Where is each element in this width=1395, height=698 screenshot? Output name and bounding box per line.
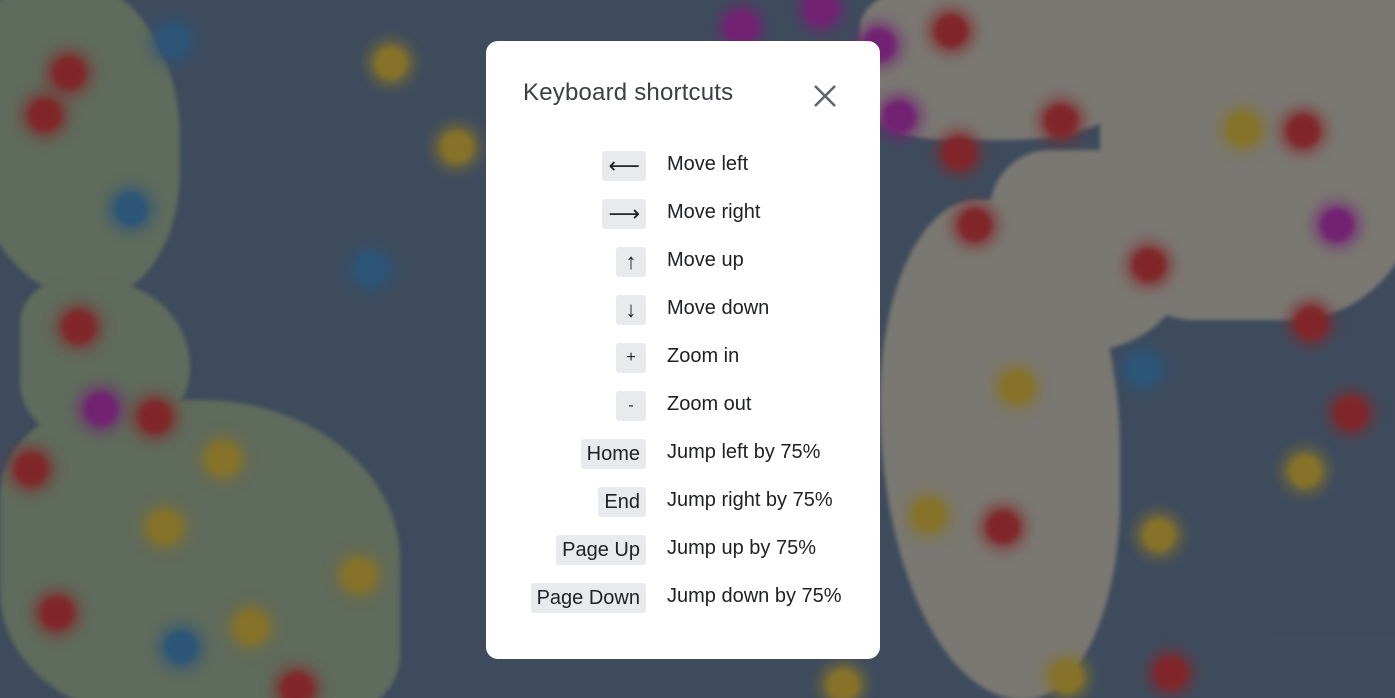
shortcut-key: Home bbox=[580, 439, 646, 469]
shortcut-key: Page Up bbox=[556, 535, 646, 565]
shortcut-action: Move right bbox=[667, 201, 761, 223]
shortcut-list: ⟵ Move left ⟶ Move right ↑ Move up ↓ Mov… bbox=[486, 147, 880, 627]
close-button[interactable] bbox=[808, 79, 842, 113]
shortcut-row: ⟶ Move right bbox=[486, 195, 880, 243]
shortcut-key: End bbox=[598, 487, 646, 517]
shortcut-action: Move down bbox=[667, 297, 770, 319]
shortcut-action: Move left bbox=[667, 153, 749, 175]
shortcut-row: ↑ Move up bbox=[486, 243, 880, 291]
shortcut-row: ↓ Move down bbox=[486, 291, 880, 339]
close-icon bbox=[814, 85, 836, 107]
shortcut-key: - bbox=[616, 391, 646, 421]
shortcut-action: Jump down by 75% bbox=[667, 585, 842, 607]
dialog-title: Keyboard shortcuts bbox=[523, 79, 734, 106]
shortcut-row: Page Down Jump down by 75% bbox=[486, 579, 880, 627]
shortcut-row: Page Up Jump up by 75% bbox=[486, 531, 880, 579]
shortcut-key: ⟵ bbox=[602, 151, 646, 181]
shortcut-action: Jump left by 75% bbox=[667, 441, 821, 463]
keyboard-shortcuts-dialog: Keyboard shortcuts ⟵ Move left ⟶ Move ri… bbox=[486, 41, 880, 659]
shortcut-action: Jump up by 75% bbox=[667, 537, 816, 559]
shortcut-action: Zoom in bbox=[667, 345, 740, 367]
shortcut-key: ↑ bbox=[616, 247, 646, 277]
shortcut-row: + Zoom in bbox=[486, 339, 880, 387]
shortcut-action: Zoom out bbox=[667, 393, 752, 415]
shortcut-action: Jump right by 75% bbox=[667, 489, 833, 511]
shortcut-action: Move up bbox=[667, 249, 744, 271]
shortcut-row: End Jump right by 75% bbox=[486, 483, 880, 531]
shortcut-key: ⟶ bbox=[602, 199, 646, 229]
shortcut-key: ↓ bbox=[616, 295, 646, 325]
shortcut-row: Home Jump left by 75% bbox=[486, 435, 880, 483]
shortcut-key: Page Down bbox=[530, 583, 646, 613]
shortcut-key: + bbox=[616, 343, 646, 373]
shortcut-row: - Zoom out bbox=[486, 387, 880, 435]
shortcut-row: ⟵ Move left bbox=[486, 147, 880, 195]
